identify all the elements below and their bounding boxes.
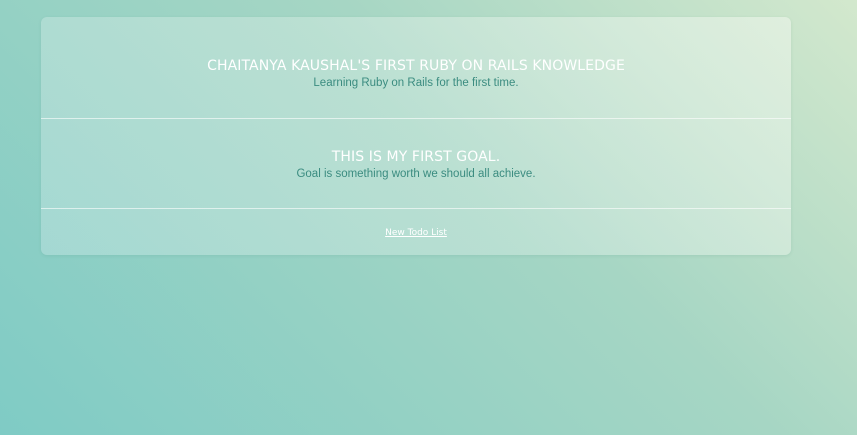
todo-list-title-link[interactable]: THIS IS MY FIRST GOAL. bbox=[41, 149, 791, 165]
card-footer: New Todo List bbox=[41, 209, 791, 255]
todo-lists-card: CHAITANYA KAUSHAL'S FIRST RUBY ON RAILS … bbox=[41, 17, 791, 255]
todo-list-title-link[interactable]: CHAITANYA KAUSHAL'S FIRST RUBY ON RAILS … bbox=[41, 58, 791, 74]
new-todo-list-link[interactable]: New Todo List bbox=[385, 228, 447, 238]
todo-list-description: Learning Ruby on Rails for the first tim… bbox=[313, 77, 519, 89]
todo-list-item: CHAITANYA KAUSHAL'S FIRST RUBY ON RAILS … bbox=[41, 17, 791, 119]
todo-list-description: Goal is something worth we should all ac… bbox=[296, 168, 536, 180]
todo-list-item: THIS IS MY FIRST GOAL. Goal is something… bbox=[41, 119, 791, 209]
